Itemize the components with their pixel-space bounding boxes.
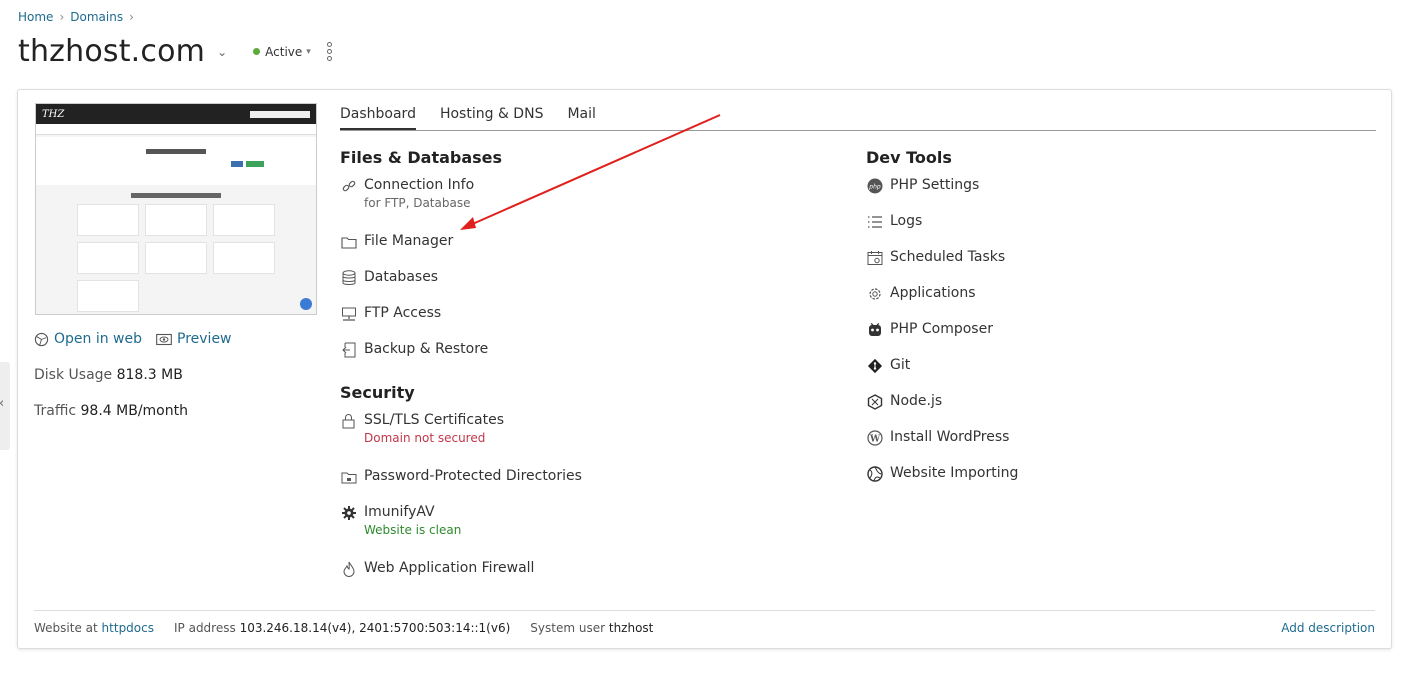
calendar-icon <box>866 249 884 267</box>
flame-icon <box>340 560 358 578</box>
git-item[interactable]: Git <box>866 357 1018 393</box>
ftp-icon <box>340 305 358 323</box>
section-title-devtools: Dev Tools <box>866 148 952 167</box>
dev-tools-column: Dev Tools php PHP Settings Logs Schedule… <box>866 148 1018 501</box>
chevron-right-icon: › <box>59 10 65 24</box>
title-row: thzhost.com ⌄ Active ▾ <box>18 34 332 69</box>
connection-info-item[interactable]: Connection Info for FTP, Database <box>340 177 582 233</box>
password-protected-directories-item[interactable]: Password-Protected Directories <box>340 468 582 504</box>
breadcrumb: Home › Domains › <box>18 10 134 24</box>
tab-bar: Dashboard Hosting & DNS Mail <box>340 106 1376 131</box>
svg-text:W: W <box>869 435 881 445</box>
tab-mail[interactable]: Mail <box>567 106 595 130</box>
wordpress-icon: W <box>866 429 884 447</box>
certificate-icon <box>340 412 358 430</box>
logs-item[interactable]: Logs <box>866 213 1018 249</box>
traffic: Traffic 98.4 MB/month <box>34 403 188 419</box>
php-composer-item[interactable]: PHP Composer <box>866 321 1018 357</box>
ftp-access-item[interactable]: FTP Access <box>340 305 582 341</box>
traffic-value: 98.4 MB/month <box>80 403 188 419</box>
chevron-left-icon: ‹ <box>0 396 4 411</box>
more-options-icon[interactable] <box>326 42 332 61</box>
folder-icon <box>340 233 358 251</box>
gear-icon <box>866 285 884 303</box>
nodejs-icon <box>866 393 884 411</box>
globe-icon <box>34 332 49 346</box>
files-databases-column: Files & Databases Connection Info for FTP… <box>340 148 582 596</box>
imunifyav-item[interactable]: ImunifyAV Website is clean <box>340 504 582 560</box>
ssl-status: Domain not secured <box>364 431 486 445</box>
gear-shield-icon <box>340 504 358 522</box>
backup-restore-item[interactable]: Backup & Restore <box>340 341 582 377</box>
add-description-link[interactable]: Add description <box>1281 621 1375 635</box>
database-icon <box>340 269 358 287</box>
install-wordpress-item[interactable]: W Install WordPress <box>866 429 1018 465</box>
chevron-down-icon: ▾ <box>306 46 311 57</box>
globe-icon <box>866 465 884 483</box>
ip-address-value: 103.246.18.14(v4), 2401:5700:503:14::1(v… <box>239 621 511 635</box>
link-icon <box>340 177 358 195</box>
tab-dashboard[interactable]: Dashboard <box>340 106 416 130</box>
sidebar-toggle[interactable]: ‹ <box>0 362 10 450</box>
php-icon: php <box>866 177 884 195</box>
nodejs-item[interactable]: Node.js <box>866 393 1018 429</box>
waf-item[interactable]: Web Application Firewall <box>340 560 582 596</box>
breadcrumb-home[interactable]: Home <box>18 10 53 24</box>
locked-folder-icon <box>340 468 358 486</box>
list-icon <box>866 213 884 231</box>
section-title-files: Files & Databases <box>340 148 503 167</box>
disk-usage: Disk Usage 818.3 MB <box>34 367 183 383</box>
httpdocs-link[interactable]: httpdocs <box>102 621 154 635</box>
php-settings-item[interactable]: php PHP Settings <box>866 177 1018 213</box>
databases-item[interactable]: Databases <box>340 269 582 305</box>
tab-hosting-dns[interactable]: Hosting & DNS <box>440 106 543 130</box>
domain-card: THZ Open in web Preview Disk Usage 818.3… <box>17 89 1392 649</box>
eye-icon <box>156 333 172 345</box>
git-icon <box>866 357 884 375</box>
website-importing-item[interactable]: Website Importing <box>866 465 1018 501</box>
ssl-certificates-item[interactable]: SSL/TLS Certificates Domain not secured <box>340 412 582 468</box>
svg-text:php: php <box>868 184 881 191</box>
breadcrumb-domains[interactable]: Domains <box>70 10 123 24</box>
status-dropdown[interactable]: Active ▾ <box>253 45 311 59</box>
preview-link[interactable]: Preview <box>156 331 232 347</box>
scheduled-tasks-item[interactable]: Scheduled Tasks <box>866 249 1018 285</box>
website-at: Website at httpdocs <box>34 621 154 635</box>
system-user: System user thzhost <box>530 621 654 635</box>
backup-icon <box>340 341 358 359</box>
applications-item[interactable]: Applications <box>866 285 1018 321</box>
composer-icon <box>866 321 884 339</box>
open-in-web-link[interactable]: Open in web <box>34 331 142 347</box>
chevron-down-icon[interactable]: ⌄ <box>217 45 227 59</box>
ip-address: IP address 103.246.18.14(v4), 2401:5700:… <box>174 621 511 635</box>
section-title-security: Security <box>340 383 415 402</box>
system-user-value: thzhost <box>608 621 654 635</box>
thumbnail-logo: THZ <box>42 108 65 120</box>
file-manager-item[interactable]: File Manager <box>340 233 582 269</box>
status-dot-icon <box>253 48 261 55</box>
disk-usage-value: 818.3 MB <box>116 367 183 383</box>
website-thumbnail[interactable]: THZ <box>35 103 317 315</box>
status-label: Active <box>265 44 303 59</box>
chevron-right-icon: › <box>129 10 134 24</box>
imunify-status: Website is clean <box>364 523 462 537</box>
domain-footer: Website at httpdocs IP address 103.246.1… <box>34 610 1375 635</box>
chat-icon <box>300 298 312 310</box>
page-title: thzhost.com <box>18 34 206 69</box>
